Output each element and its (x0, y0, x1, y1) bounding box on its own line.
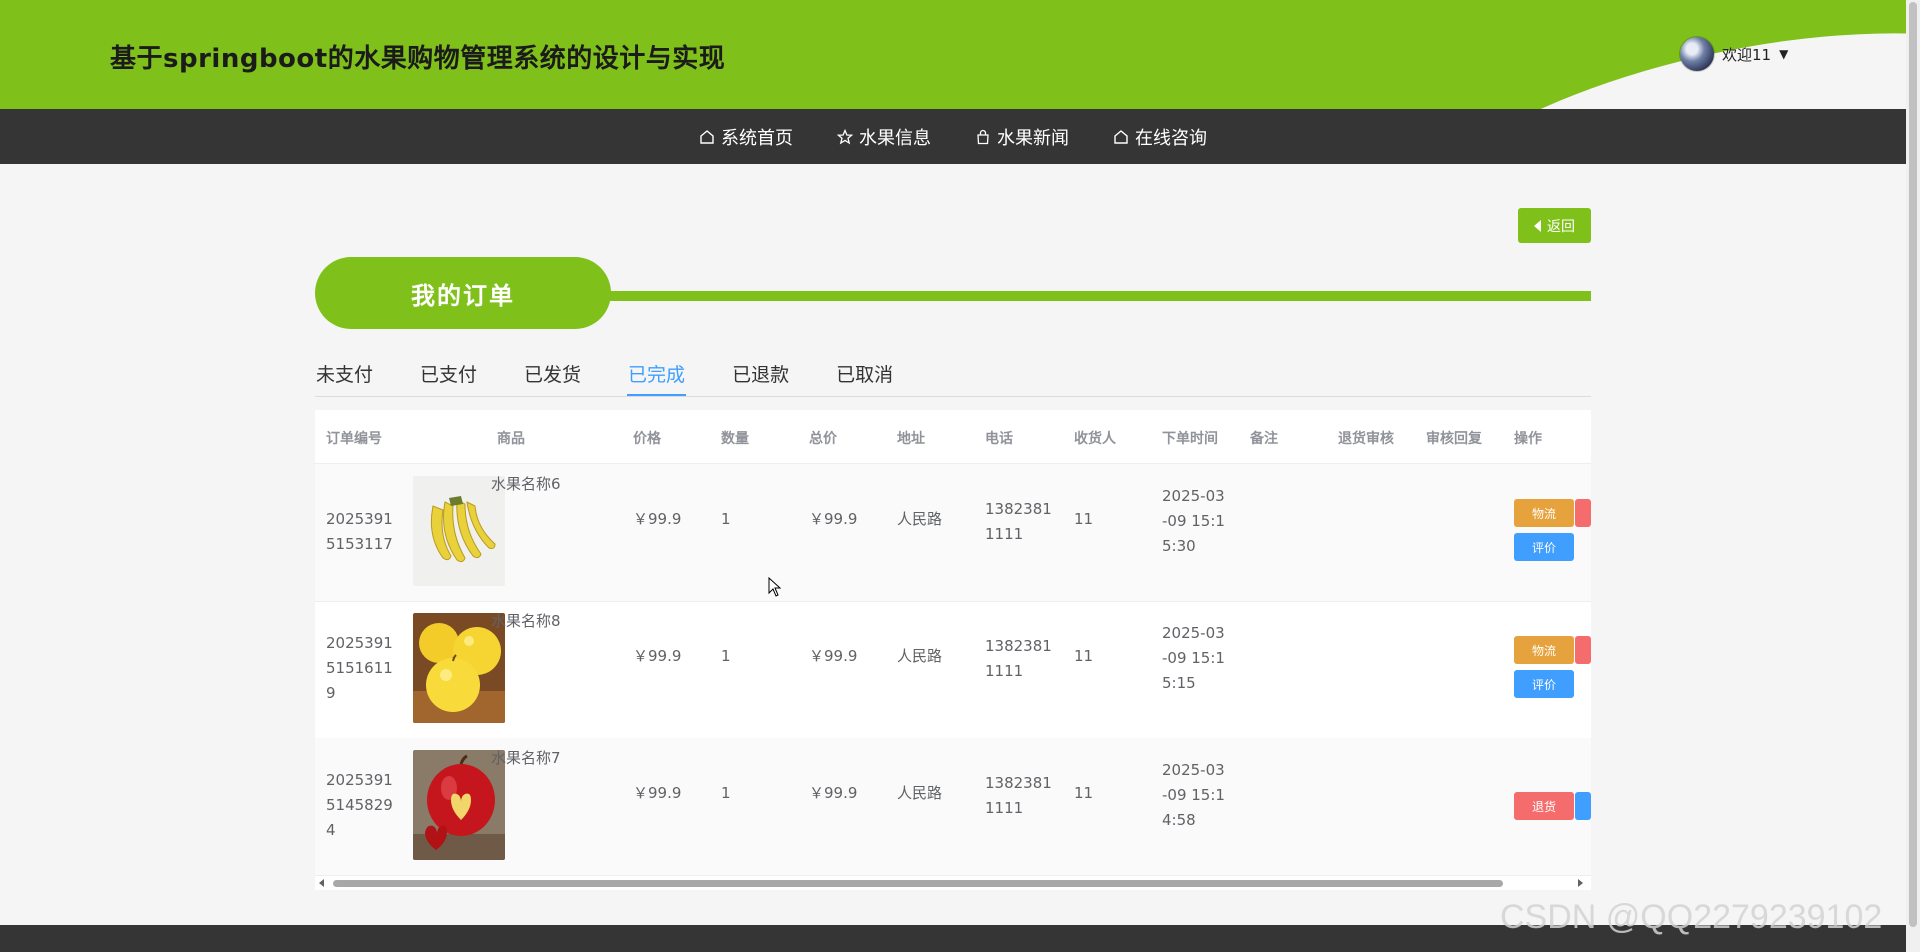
quantity: 1 (721, 510, 731, 528)
product-name: 水果名称6 (491, 475, 561, 493)
column-header-review-reply: 审核回复 (1426, 431, 1482, 447)
address: 人民路 (897, 510, 943, 528)
price: ￥99.9 (633, 784, 682, 802)
header: 基于springboot的水果购物管理系统的设计与实现 欢迎11 ▼ (0, 0, 1906, 109)
nav-item-online-consult[interactable]: 在线咨询 (1113, 124, 1207, 150)
column-header-price: 价格 (633, 431, 661, 447)
tab-paid[interactable]: 已支付 (419, 360, 478, 395)
tab-cancelled[interactable]: 已取消 (835, 360, 894, 395)
order-no: 202539151516119 (326, 634, 393, 702)
column-header-quantity: 数量 (721, 431, 749, 447)
quantity: 1 (721, 647, 731, 665)
table-row: 202539151458294 水果名称7 ￥99.9 1 ￥99.9 人民路 … (315, 738, 1591, 876)
section-title: 我的订单 (315, 257, 611, 329)
total-price: ￥99.9 (809, 784, 858, 802)
total-price: ￥99.9 (809, 510, 858, 528)
logistics-button[interactable]: 物流 (1514, 636, 1574, 664)
return-button[interactable]: 退货 (1514, 792, 1574, 820)
column-header-receiver: 收货人 (1074, 431, 1116, 447)
user-menu[interactable]: 欢迎11 ▼ (1680, 36, 1788, 72)
section-divider (600, 291, 1591, 301)
avatar[interactable] (1680, 37, 1714, 71)
nav-item-label: 系统首页 (721, 127, 793, 149)
header-decoration (1343, 0, 1906, 109)
column-header-phone: 电话 (985, 431, 1013, 447)
back-button[interactable]: 返回 (1518, 208, 1591, 243)
column-header-remark: 备注 (1250, 431, 1278, 447)
table-row: 20253915153117 水果名称6 ￥99.9 1 ￥99.9 人民路 1… (315, 464, 1591, 602)
order-time: 2025-03-09 15:15:15 (1162, 624, 1225, 692)
main-nav: 系统首页 水果信息 水果新闻 在线咨询 (0, 109, 1906, 164)
site-title: 基于springboot的水果购物管理系统的设计与实现 (110, 44, 726, 74)
back-button-label: 返回 (1547, 218, 1575, 235)
product-name: 水果名称8 (491, 612, 561, 630)
nav-item-label: 水果信息 (859, 127, 931, 149)
home-icon (1114, 129, 1128, 144)
receiver: 11 (1074, 510, 1094, 528)
home-icon (700, 129, 714, 144)
column-header-return-review: 退货审核 (1338, 431, 1394, 447)
scrollbar-thumb[interactable] (333, 880, 1503, 887)
tab-unpaid[interactable]: 未支付 (315, 360, 374, 395)
scrollbar-thumb[interactable] (1909, 2, 1917, 927)
nav-item-home[interactable]: 系统首页 (699, 124, 793, 150)
quantity: 1 (721, 784, 731, 802)
welcome-text: 欢迎11 (1722, 45, 1772, 64)
column-header-address: 地址 (897, 431, 925, 447)
table-row: 202539151516119 水果名称8 ￥99.9 1 ￥99.9 人民路 … (315, 601, 1591, 739)
column-header-order-time: 下单时间 (1162, 431, 1218, 447)
action-button-partial[interactable] (1575, 636, 1591, 664)
orders-table: 订单编号 商品 价格 数量 总价 地址 电话 收货人 下单时间 备注 退货审核 … (315, 410, 1591, 890)
column-header-product: 商品 (497, 431, 525, 447)
caret-left-icon (1534, 219, 1541, 232)
table-horizontal-scrollbar[interactable] (315, 876, 1591, 890)
column-header-order-no: 订单编号 (326, 431, 382, 447)
receiver: 11 (1074, 647, 1094, 665)
order-no: 202539151458294 (326, 771, 393, 839)
table-header: 订单编号 商品 价格 数量 总价 地址 电话 收货人 下单时间 备注 退货审核 … (315, 410, 1591, 464)
address: 人民路 (897, 784, 943, 802)
logistics-button[interactable]: 物流 (1514, 499, 1574, 527)
phone: 13823811111 (985, 500, 1052, 543)
page-vertical-scrollbar[interactable] (1906, 0, 1920, 952)
tab-completed[interactable]: 已完成 (627, 360, 687, 396)
price: ￥99.9 (633, 510, 682, 528)
product-name: 水果名称7 (491, 749, 561, 767)
order-status-tabs: 未支付 已支付 已发货 已完成 已退款 已取消 (315, 360, 1591, 397)
review-button[interactable]: 评价 (1514, 670, 1574, 698)
receiver: 11 (1074, 784, 1094, 802)
nav-item-label: 在线咨询 (1135, 127, 1207, 149)
nav-item-label: 水果新闻 (997, 127, 1069, 149)
tab-refunded[interactable]: 已退款 (731, 360, 790, 395)
address: 人民路 (897, 647, 943, 665)
order-time: 2025-03-09 15:15:30 (1162, 487, 1225, 555)
review-button[interactable]: 评价 (1514, 533, 1574, 561)
bag-icon (977, 129, 989, 144)
total-price: ￥99.9 (809, 647, 858, 665)
caret-down-icon[interactable]: ▼ (1779, 47, 1788, 61)
star-icon (837, 128, 853, 144)
column-header-actions: 操作 (1514, 431, 1542, 447)
scroll-right-arrow-icon[interactable] (1578, 879, 1583, 887)
nav-item-fruit-news[interactable]: 水果新闻 (975, 124, 1069, 150)
tab-shipped[interactable]: 已发货 (523, 360, 582, 395)
order-no: 20253915153117 (326, 510, 393, 553)
phone: 13823811111 (985, 774, 1052, 817)
nav-item-fruit-info[interactable]: 水果信息 (837, 124, 931, 150)
phone: 13823811111 (985, 637, 1052, 680)
mouse-cursor-icon (768, 577, 782, 597)
column-header-total: 总价 (809, 431, 837, 447)
price: ￥99.9 (633, 647, 682, 665)
action-button-partial[interactable] (1575, 499, 1591, 527)
action-button-partial[interactable] (1575, 792, 1591, 820)
scroll-left-arrow-icon[interactable] (319, 879, 324, 887)
order-time: 2025-03-09 15:14:58 (1162, 761, 1225, 829)
watermark: CSDN @QQ2279239102 (1500, 898, 1883, 936)
